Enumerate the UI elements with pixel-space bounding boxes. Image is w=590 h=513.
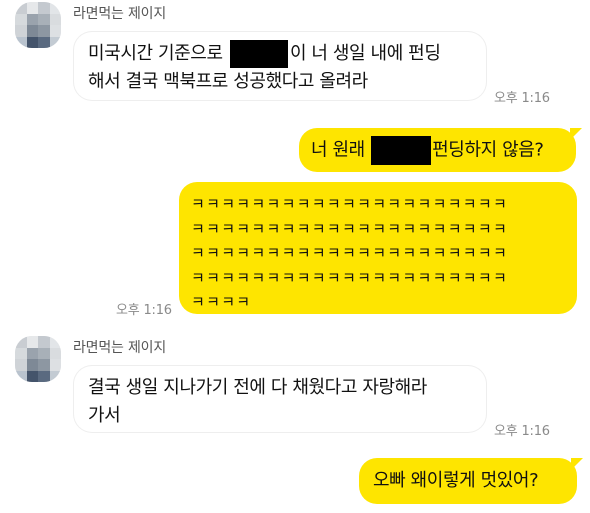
redacted-block bbox=[371, 136, 432, 165]
redacted-block bbox=[229, 40, 288, 68]
message-line: ㅋㅋㅋㅋ bbox=[191, 293, 252, 312]
message-text: 오빠 왜이렇게 멋있어? bbox=[373, 470, 539, 491]
message-text: 이 너 생일 내에 펀딩 bbox=[289, 43, 441, 64]
message-line: 미국시간 기준으로 이 너 생일 내에 펀딩 bbox=[88, 40, 472, 68]
bubble-tail bbox=[571, 458, 583, 470]
timestamp: 오후 1:16 bbox=[494, 424, 550, 439]
message-text: 너 원래 bbox=[311, 139, 365, 161]
incoming-message-bubble[interactable]: 미국시간 기준으로 이 너 생일 내에 펀딩 해서 결국 맥북프로 성공했다고 … bbox=[74, 32, 486, 100]
outgoing-message-bubble[interactable]: 오빠 왜이렇게 멋있어? bbox=[359, 458, 577, 504]
sender-name: 라면먹는 제이지 bbox=[73, 6, 167, 22]
message-line: 가서 bbox=[88, 405, 121, 426]
sender-avatar[interactable] bbox=[15, 336, 61, 382]
message-line: ㅋㅋㅋㅋㅋㅋㅋㅋㅋㅋㅋㅋㅋㅋㅋㅋㅋㅋㅋㅋㅋ bbox=[191, 244, 509, 263]
sender-name: 라면먹는 제이지 bbox=[73, 340, 167, 356]
bubble-tail bbox=[570, 128, 582, 140]
timestamp: 오후 1:16 bbox=[494, 91, 550, 106]
message-text: 펀딩하지 않음? bbox=[432, 139, 544, 161]
incoming-message-bubble[interactable]: 결국 생일 지나가기 전에 다 채웠다고 자랑해라 가서 bbox=[74, 366, 486, 432]
message-line: 해서 결국 맥북프로 성공했다고 올려라 bbox=[88, 71, 368, 92]
message-text: 미국시간 기준으로 bbox=[88, 43, 223, 64]
outgoing-message-bubble[interactable]: 너 원래 펀딩하지 않음? bbox=[299, 128, 576, 172]
sender-avatar[interactable] bbox=[15, 2, 61, 48]
message-line: ㅋㅋㅋㅋㅋㅋㅋㅋㅋㅋㅋㅋㅋㅋㅋㅋㅋㅋㅋㅋㅋ bbox=[191, 268, 509, 287]
timestamp: 오후 1:16 bbox=[116, 303, 172, 318]
outgoing-message-bubble[interactable]: ㅋㅋㅋㅋㅋㅋㅋㅋㅋㅋㅋㅋㅋㅋㅋㅋㅋㅋㅋㅋㅋ ㅋㅋㅋㅋㅋㅋㅋㅋㅋㅋㅋㅋㅋㅋㅋㅋㅋㅋ… bbox=[179, 182, 577, 314]
message-line: 결국 생일 지나가기 전에 다 채웠다고 자랑해라 bbox=[88, 377, 427, 398]
message-line: ㅋㅋㅋㅋㅋㅋㅋㅋㅋㅋㅋㅋㅋㅋㅋㅋㅋㅋㅋㅋㅋ bbox=[191, 219, 509, 238]
message-line: ㅋㅋㅋㅋㅋㅋㅋㅋㅋㅋㅋㅋㅋㅋㅋㅋㅋㅋㅋㅋㅋ bbox=[191, 195, 509, 213]
